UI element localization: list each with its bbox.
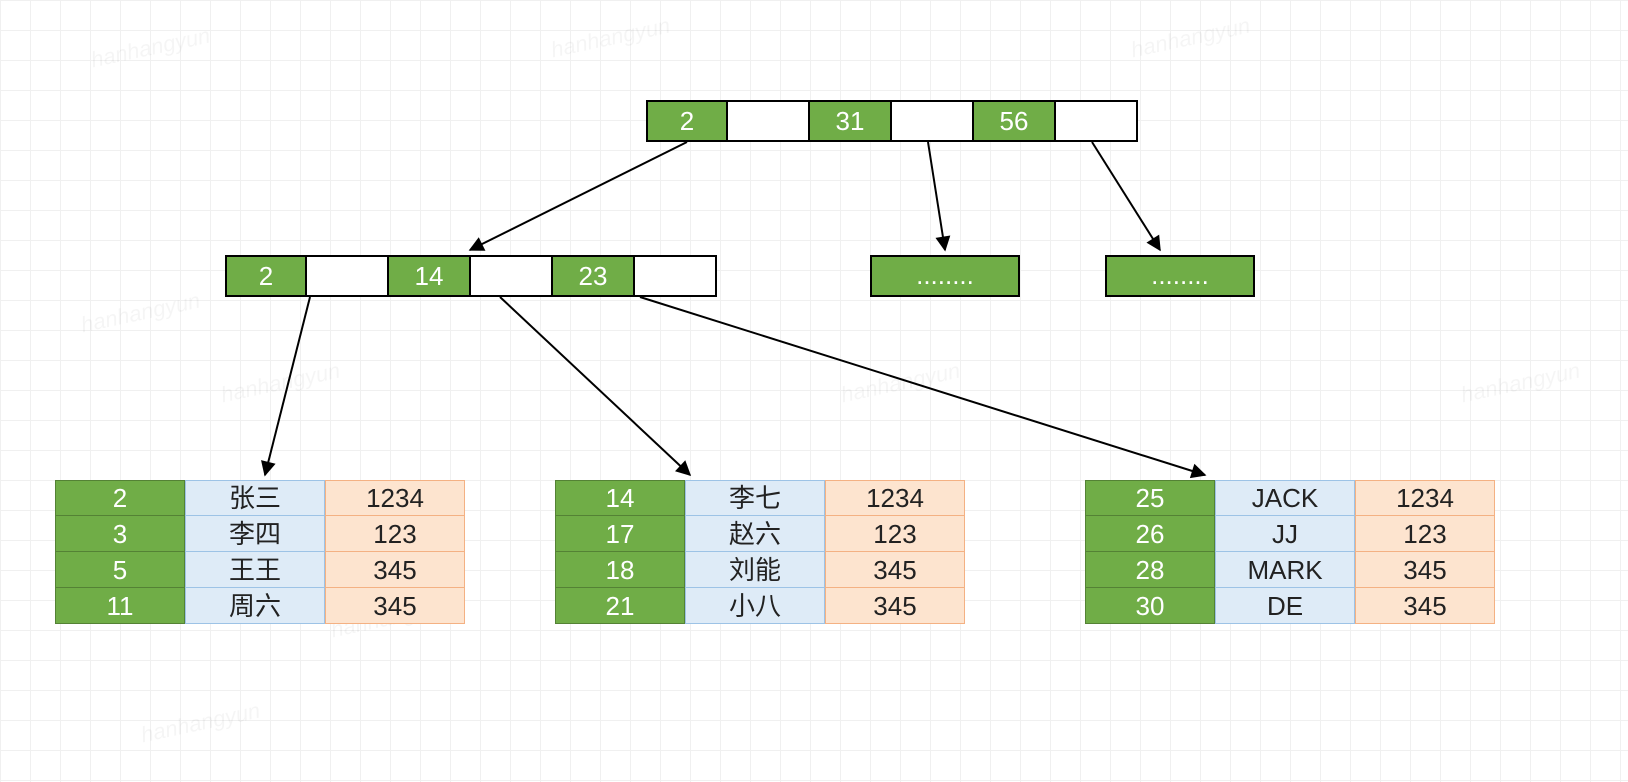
leaf-cell-val: 123	[1355, 516, 1495, 552]
leaf-cell-id: 21	[555, 588, 685, 624]
leaf-1-row-0: 14 李七 1234	[555, 480, 965, 516]
leaf-cell-name: 王王	[185, 552, 325, 588]
leaf-cell-id: 17	[555, 516, 685, 552]
leaf-cell-val: 345	[1355, 552, 1495, 588]
leaf-1: 14 李七 1234 17 赵六 123 18 刘能 345 21 小八 345	[555, 480, 965, 624]
leaf-2-row-2: 28 MARK 345	[1085, 552, 1495, 588]
internal-node-2-placeholder: ........	[870, 255, 1020, 297]
leaf-cell-val: 1234	[1355, 480, 1495, 516]
root-key-2: 56	[974, 100, 1056, 142]
leaf-cell-val: 345	[325, 552, 465, 588]
leaf-1-row-1: 17 赵六 123	[555, 516, 965, 552]
leaf-0-row-1: 3 李四 123	[55, 516, 465, 552]
internal-1-key-0: 2	[225, 255, 307, 297]
leaf-cell-val: 345	[1355, 588, 1495, 624]
leaf-cell-name: 周六	[185, 588, 325, 624]
internal-1-ptr-0	[307, 255, 389, 297]
root-key-0: 2	[646, 100, 728, 142]
leaf-cell-val: 345	[825, 588, 965, 624]
leaf-cell-id: 18	[555, 552, 685, 588]
leaf-cell-id: 25	[1085, 480, 1215, 516]
leaf-cell-val: 345	[325, 588, 465, 624]
leaf-cell-val: 1234	[825, 480, 965, 516]
leaf-cell-id: 28	[1085, 552, 1215, 588]
leaf-cell-name: 刘能	[685, 552, 825, 588]
leaf-1-row-2: 18 刘能 345	[555, 552, 965, 588]
internal-node-1: 2 14 23	[225, 255, 717, 297]
leaf-2-row-0: 25 JACK 1234	[1085, 480, 1495, 516]
leaf-2-row-1: 26 JJ 123	[1085, 516, 1495, 552]
leaf-cell-id: 14	[555, 480, 685, 516]
leaf-cell-id: 2	[55, 480, 185, 516]
leaf-cell-name: 张三	[185, 480, 325, 516]
leaf-cell-val: 123	[825, 516, 965, 552]
root-ptr-2	[1056, 100, 1138, 142]
root-ptr-0	[728, 100, 810, 142]
leaf-cell-id: 3	[55, 516, 185, 552]
leaf-cell-name: JJ	[1215, 516, 1355, 552]
leaf-cell-name: MARK	[1215, 552, 1355, 588]
leaf-cell-name: 小八	[685, 588, 825, 624]
leaf-0-row-3: 11 周六 345	[55, 588, 465, 624]
root-node: 2 31 56	[646, 100, 1138, 142]
leaf-cell-id: 30	[1085, 588, 1215, 624]
leaf-cell-id: 11	[55, 588, 185, 624]
root-ptr-1	[892, 100, 974, 142]
internal-1-key-2: 23	[553, 255, 635, 297]
root-key-1: 31	[810, 100, 892, 142]
leaf-cell-name: DE	[1215, 588, 1355, 624]
leaf-cell-val: 1234	[325, 480, 465, 516]
leaf-cell-id: 5	[55, 552, 185, 588]
leaf-cell-name: JACK	[1215, 480, 1355, 516]
leaf-0-row-2: 5 王王 345	[55, 552, 465, 588]
leaf-2: 25 JACK 1234 26 JJ 123 28 MARK 345 30 DE…	[1085, 480, 1495, 624]
internal-1-ptr-1	[471, 255, 553, 297]
leaf-2-row-3: 30 DE 345	[1085, 588, 1495, 624]
leaf-0: 2 张三 1234 3 李四 123 5 王王 345 11 周六 345	[55, 480, 465, 624]
leaf-cell-val: 345	[825, 552, 965, 588]
leaf-cell-name: 李七	[685, 480, 825, 516]
leaf-cell-val: 123	[325, 516, 465, 552]
leaf-cell-name: 李四	[185, 516, 325, 552]
leaf-1-row-3: 21 小八 345	[555, 588, 965, 624]
internal-1-ptr-2	[635, 255, 717, 297]
internal-1-key-1: 14	[389, 255, 471, 297]
leaf-0-row-0: 2 张三 1234	[55, 480, 465, 516]
leaf-cell-name: 赵六	[685, 516, 825, 552]
leaf-cell-id: 26	[1085, 516, 1215, 552]
internal-node-3-placeholder: ........	[1105, 255, 1255, 297]
